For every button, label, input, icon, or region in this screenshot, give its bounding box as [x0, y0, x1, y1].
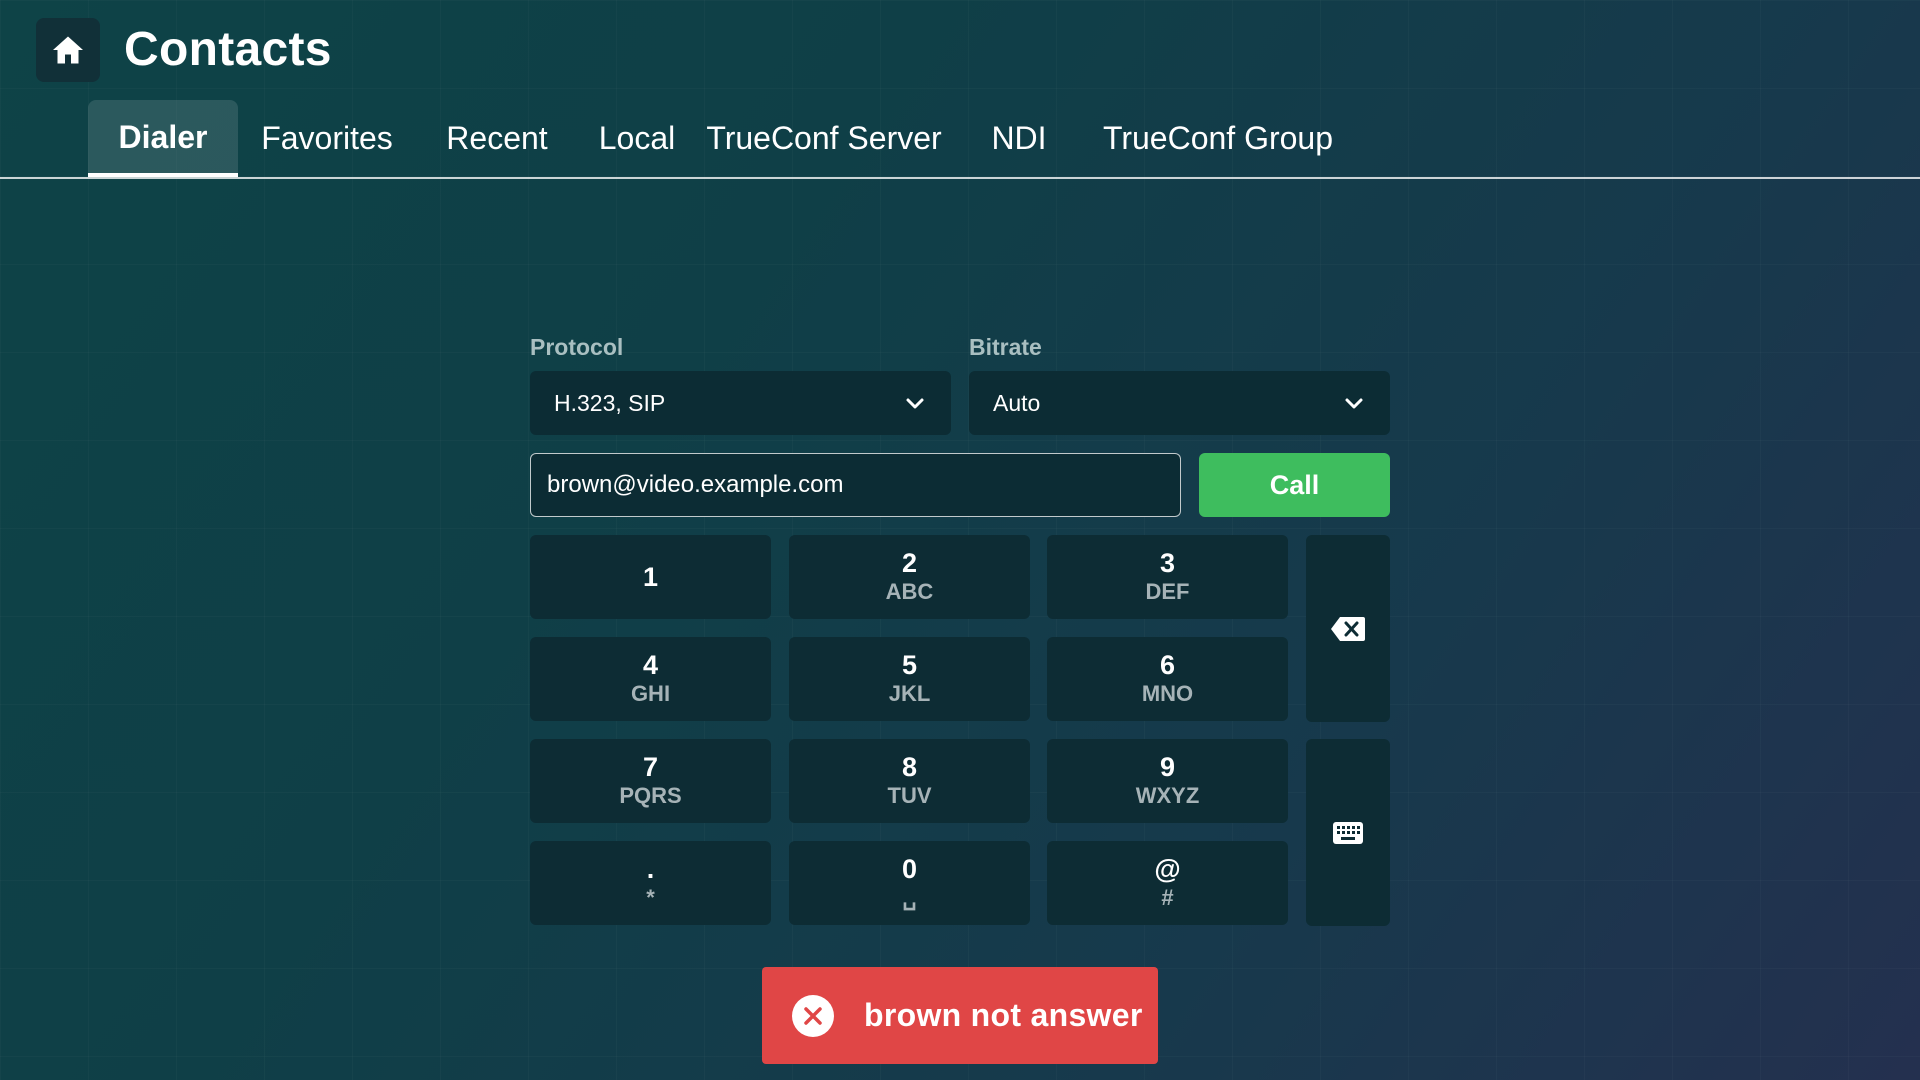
key-letters: TUV	[887, 783, 932, 808]
dial-key-9[interactable]: 9 WXYZ	[1047, 739, 1288, 823]
protocol-select[interactable]: H.323, SIP	[530, 371, 951, 435]
tab-dialer[interactable]: Dialer	[88, 100, 238, 177]
dial-key-8[interactable]: 8 TUV	[789, 739, 1030, 823]
error-icon	[792, 994, 834, 1037]
key-digit: 6	[1159, 650, 1176, 680]
key-digit: 4	[642, 650, 659, 680]
chevron-down-icon	[906, 398, 924, 409]
home-icon	[53, 36, 83, 64]
dial-key-2[interactable]: 2 ABC	[789, 535, 1030, 619]
key-digit: 9	[1159, 752, 1176, 782]
keyboard-button[interactable]	[1306, 739, 1390, 926]
dial-key-5[interactable]: 5 JKL	[789, 637, 1030, 721]
key-letters: *	[646, 885, 655, 910]
key-digit: 8	[901, 752, 918, 782]
backspace-icon	[1331, 616, 1365, 641]
key-digit: 7	[642, 752, 659, 782]
chevron-down-icon	[1345, 398, 1363, 409]
key-letters: ␣	[902, 885, 917, 910]
tab-trueconf-server[interactable]: TrueConf Server	[696, 100, 952, 177]
tab-trueconf-group[interactable]: TrueConf Group	[1086, 100, 1350, 177]
key-digit: 3	[1159, 548, 1176, 578]
key-letters: ABC	[885, 579, 934, 604]
dial-key-at-hash[interactable]: @ #	[1047, 841, 1288, 925]
dial-key-7[interactable]: 7 PQRS	[530, 739, 771, 823]
key-letters: WXYZ	[1135, 783, 1200, 808]
bitrate-label: Bitrate	[969, 334, 1042, 360]
key-letters: GHI	[630, 681, 671, 706]
call-button[interactable]: Call	[1199, 453, 1390, 517]
dial-key-3[interactable]: 3 DEF	[1047, 535, 1288, 619]
dial-key-6[interactable]: 6 MNO	[1047, 637, 1288, 721]
key-digit: @	[1154, 854, 1181, 884]
tab-local[interactable]: Local	[578, 100, 696, 177]
bitrate-select[interactable]: Auto	[969, 371, 1390, 435]
dial-key-4[interactable]: 4 GHI	[530, 637, 771, 721]
tab-favorites[interactable]: Favorites	[238, 100, 416, 177]
key-digit: .	[646, 854, 655, 884]
dial-key-dot-star[interactable]: . *	[530, 841, 771, 925]
key-letters: DEF	[1145, 579, 1190, 604]
key-letters: #	[1161, 885, 1174, 910]
tab-ndi[interactable]: NDI	[952, 100, 1086, 177]
tabs-divider	[0, 177, 1920, 179]
key-digit: 0	[901, 854, 918, 884]
dial-key-1[interactable]: 1	[530, 535, 771, 619]
key-letters: MNO	[1141, 681, 1194, 706]
key-digit: 2	[901, 548, 918, 578]
tab-bar: Dialer Favorites Recent Local TrueConf S…	[88, 100, 1350, 177]
backspace-button[interactable]	[1306, 535, 1390, 722]
home-button[interactable]	[36, 18, 100, 82]
bitrate-value: Auto	[993, 389, 1041, 416]
call-error-toast: brown not answer	[762, 967, 1158, 1064]
key-letters: JKL	[888, 681, 931, 706]
address-input[interactable]	[530, 453, 1181, 517]
tab-recent[interactable]: Recent	[416, 100, 578, 177]
key-digit: 1	[642, 562, 659, 592]
page-title: Contacts	[124, 23, 332, 76]
key-digit: 5	[901, 650, 918, 680]
key-letters: PQRS	[619, 783, 682, 808]
toast-message: brown not answer	[864, 997, 1143, 1033]
keyboard-icon	[1333, 821, 1363, 844]
dial-key-0-space[interactable]: 0 ␣	[789, 841, 1030, 925]
protocol-label: Protocol	[530, 334, 624, 360]
protocol-value: H.323, SIP	[554, 389, 666, 416]
